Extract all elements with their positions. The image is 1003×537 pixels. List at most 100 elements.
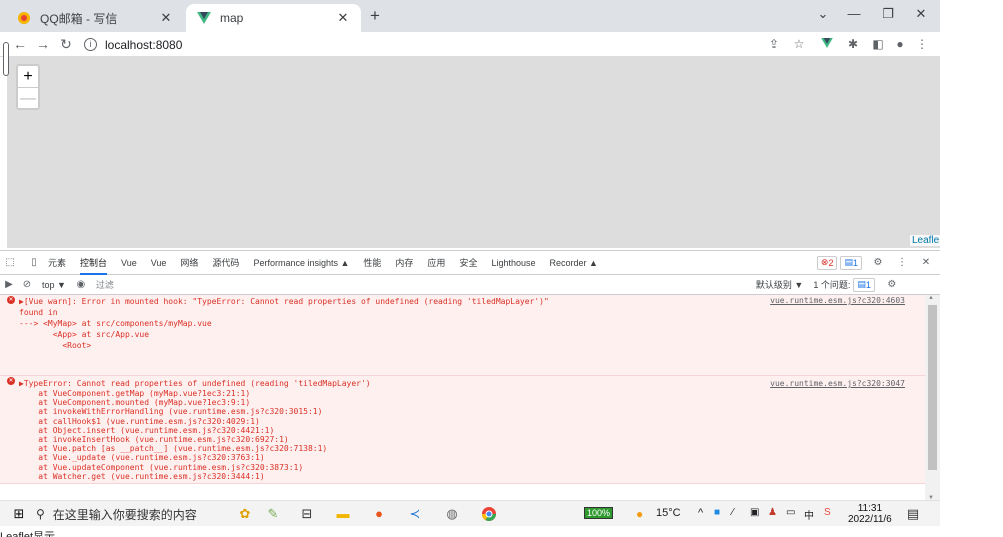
tab-vue-2[interactable]: Vue: [151, 258, 167, 268]
share-icon[interactable]: ⇪: [766, 37, 782, 51]
tab-strip: QQ邮箱 - 写信 ✕ map ✕ + ⌄ — ❐ ✕: [0, 0, 940, 32]
side-panel-icon[interactable]: ◧: [870, 37, 886, 51]
clear-console-icon[interactable]: ⊘: [18, 279, 36, 290]
weather-temp[interactable]: 15°C: [656, 507, 681, 519]
tray-chevron-icon[interactable]: ^: [698, 507, 703, 519]
tray-app-icon[interactable]: ■: [714, 507, 720, 518]
close-window-icon[interactable]: ✕: [912, 6, 930, 22]
app-icon[interactable]: ◍: [443, 506, 461, 522]
scrollbar-thumb[interactable]: [928, 305, 937, 470]
message-line: found in: [19, 308, 58, 317]
source-link[interactable]: vue.runtime.esm.js?c320:3047: [770, 378, 905, 389]
browser-window: QQ邮箱 - 写信 ✕ map ✕ + ⌄ — ❐ ✕ ← → ↻ i loca…: [0, 0, 940, 537]
tab-vue[interactable]: Vue: [121, 258, 137, 268]
filter-input[interactable]: 过滤: [96, 278, 756, 291]
tray-person-icon[interactable]: ♟: [768, 507, 777, 518]
tab-close-icon[interactable]: ✕: [335, 10, 351, 26]
tray-monitor-icon[interactable]: ▣: [750, 507, 759, 518]
tab-application[interactable]: 应用: [427, 256, 445, 269]
sidebar-toggle-icon[interactable]: ▶: [0, 279, 18, 290]
zoom-out-button[interactable]: —: [18, 87, 38, 108]
system-clock[interactable]: 11:31 2022/11/6: [848, 503, 892, 525]
console-settings-gear-icon[interactable]: ⚙: [883, 279, 901, 290]
map-attribution[interactable]: Leafle: [910, 235, 940, 246]
bookmark-star-icon[interactable]: ☆: [791, 37, 807, 51]
issues-label[interactable]: 1 个问题:: [813, 278, 850, 291]
tab-qq-mail[interactable]: QQ邮箱 - 写信 ✕: [6, 4, 184, 32]
vue-devtools-extension-icon[interactable]: [819, 37, 835, 51]
devtools-menu-icon[interactable]: ⋮: [892, 257, 912, 268]
site-info-icon[interactable]: i: [84, 38, 97, 51]
pen-tray-icon[interactable]: ⁄: [732, 507, 734, 518]
widgets-icon[interactable]: ✿: [236, 506, 254, 522]
tab-recorder[interactable]: Recorder ▲: [550, 258, 598, 268]
windows-start-icon[interactable]: ⊞: [10, 506, 28, 522]
file-explorer-icon[interactable]: ▬: [334, 506, 352, 522]
tab-title: map: [220, 11, 244, 25]
console-filter-bar: ▶ ⊘ top ▼ ◉ 过滤 默认级别 ▼ 1 个问题: ▤ 1 ⚙: [0, 275, 940, 295]
tab-title: QQ邮箱 - 写信: [40, 11, 118, 26]
restore-icon[interactable]: ❐: [879, 6, 897, 22]
minimize-icon[interactable]: —: [845, 6, 863, 21]
forward-icon[interactable]: →: [35, 36, 51, 52]
address-toolbar: ← → ↻ i localhost:8080 ⇪ ☆ ✱ ◧ ● ⋮: [0, 32, 940, 57]
menu-kebab-icon[interactable]: ⋮: [914, 37, 930, 51]
live-expression-eye-icon[interactable]: ◉: [72, 279, 90, 290]
console-error-message[interactable]: ✕ vue.runtime.esm.js?c320:4603 ▶[Vue war…: [0, 295, 925, 376]
leaflet-map[interactable]: [0, 57, 940, 248]
tab-security[interactable]: 安全: [459, 256, 477, 269]
error-x-icon: ✕: [7, 296, 15, 304]
pen-icon[interactable]: ✎: [264, 506, 282, 522]
back-icon[interactable]: ←: [12, 36, 28, 52]
stack-frame: at invokeWithErrorHandling (vue.runtime.…: [19, 407, 323, 417]
taskbar-search-box[interactable]: ⚲ 在这里输入你要搜索的内容: [36, 505, 216, 523]
console-scrollbar[interactable]: ▲ ▼: [925, 295, 940, 501]
notification-icon[interactable]: ▤: [904, 506, 922, 522]
input-method-icon[interactable]: 中: [804, 507, 814, 522]
tab-elements[interactable]: 元素: [48, 256, 66, 269]
stack-frame: at Vue._update (vue.runtime.esm.js?c320:…: [19, 453, 265, 463]
vscode-icon[interactable]: ≺: [406, 506, 424, 522]
close-devtools-icon[interactable]: ✕: [916, 257, 936, 268]
panel-resize-handle[interactable]: [3, 42, 9, 76]
message-count-badge[interactable]: ▤ 1: [840, 255, 862, 270]
inspect-element-icon[interactable]: ⬚: [0, 257, 20, 268]
firefox-icon[interactable]: ●: [370, 506, 388, 522]
profile-avatar-icon[interactable]: ●: [892, 37, 908, 51]
tab-sources[interactable]: 源代码: [212, 256, 239, 269]
stack-frame: at callHook$1 (vue.runtime.esm.js?c320:4…: [19, 416, 260, 426]
scroll-up-icon[interactable]: ▲: [928, 295, 934, 301]
tab-close-icon[interactable]: ✕: [158, 10, 174, 26]
tab-performance-insights[interactable]: Performance insights ▲: [253, 258, 349, 268]
tab-console[interactable]: 控制台: [80, 256, 108, 275]
console-error-message[interactable]: ✕ vue.runtime.esm.js?c320:3047 ▶TypeErro…: [0, 376, 925, 485]
issues-badge[interactable]: ▤ 1: [853, 277, 875, 292]
taskbar-search-placeholder: 在这里输入你要搜索的内容: [52, 507, 197, 522]
chrome-icon[interactable]: [480, 506, 498, 522]
device-toolbar-icon[interactable]: ▯: [24, 257, 44, 268]
message-line: <Root>: [19, 341, 92, 350]
tab-memory[interactable]: 内存: [395, 256, 413, 269]
error-count-badge[interactable]: ⊗ 2: [816, 255, 838, 270]
tab-search-icon[interactable]: ⌄: [814, 6, 832, 22]
tab-performance[interactable]: 性能: [363, 256, 381, 269]
reload-icon[interactable]: ↻: [58, 36, 74, 53]
battery-indicator[interactable]: 100%: [584, 507, 614, 519]
tab-network[interactable]: 网络: [180, 256, 198, 269]
tray-battery-icon[interactable]: ▭: [786, 507, 795, 518]
task-view-icon[interactable]: ⊟: [298, 506, 316, 522]
zoom-in-button[interactable]: +: [18, 66, 38, 87]
address-bar[interactable]: i localhost:8080: [84, 35, 746, 54]
console-output: ✕ vue.runtime.esm.js?c320:4603 ▶[Vue war…: [0, 295, 925, 501]
extensions-puzzle-icon[interactable]: ✱: [845, 37, 861, 51]
weather-icon[interactable]: ●: [636, 507, 643, 521]
tab-lighthouse[interactable]: Lighthouse: [491, 258, 535, 268]
context-selector[interactable]: top ▼: [42, 280, 66, 290]
tab-map[interactable]: map ✕: [186, 4, 361, 32]
stack-frame: at Vue.patch [as __patch__] (vue.runtime…: [19, 444, 328, 454]
source-link[interactable]: vue.runtime.esm.js?c320:4603: [770, 295, 905, 306]
new-tab-button[interactable]: +: [366, 7, 384, 25]
log-levels-dropdown[interactable]: 默认级别 ▼: [756, 278, 803, 291]
settings-gear-icon[interactable]: ⚙: [868, 257, 888, 268]
tray-sougou-icon[interactable]: S: [824, 507, 831, 518]
